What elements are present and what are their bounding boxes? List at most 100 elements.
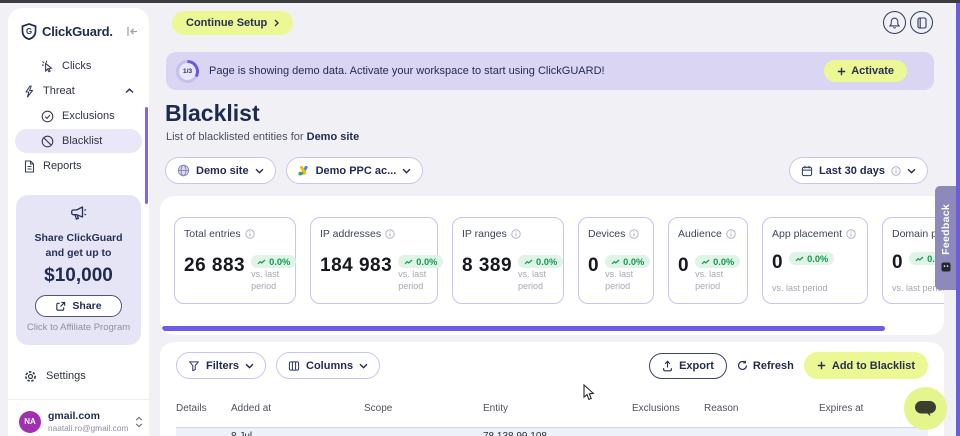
promo-text: Share ClickGuard and get up to: [22, 231, 135, 260]
banner-message: Page is showing demo data. Activate your…: [209, 65, 605, 77]
notifications-button[interactable]: [883, 11, 906, 34]
sidebar-item-reports[interactable]: Reports: [15, 154, 142, 178]
stat-label: IP ranges: [462, 228, 507, 240]
refresh-button[interactable]: Refresh: [737, 360, 794, 372]
info-icon[interactable]: [245, 229, 255, 239]
column-header-exclusions[interactable]: Exclusions: [632, 403, 704, 414]
plus-icon: [817, 361, 826, 370]
stat-card-ip-ranges: IP ranges 8 389 0.0% vs. last period: [452, 217, 564, 304]
table-row[interactable]: 8 Jul 78.138.99.108: [176, 427, 928, 436]
date-range-value: Last 30 days: [819, 165, 885, 177]
info-icon[interactable]: [511, 229, 521, 239]
activate-button[interactable]: Activate: [824, 60, 907, 82]
subtitle-site-name: Demo site: [307, 131, 360, 143]
stats-row: Total entries 26 883 0.0% vs. last perio…: [160, 196, 944, 304]
chat-bubble-icon: [914, 400, 937, 418]
column-header-added-at[interactable]: Added at: [231, 403, 364, 414]
trend-up-icon: [524, 259, 533, 265]
sidebar-scrollbar-thumb[interactable]: [145, 107, 148, 204]
stat-label: Devices: [588, 228, 625, 240]
trend-up-icon: [795, 256, 804, 262]
docs-button[interactable]: [910, 11, 933, 34]
stat-card-audience: Audience 0 0.0% vs. last period: [668, 217, 748, 304]
blacklist-table-card: Filters Columns Export Refresh Add to Bl…: [160, 342, 944, 436]
horizontal-scrollbar-thumb[interactable]: [162, 326, 885, 331]
chat-widget-button[interactable]: [904, 387, 947, 430]
stat-card-total-entries: Total entries 26 883 0.0% vs. last perio…: [174, 217, 296, 304]
info-icon[interactable]: [846, 229, 856, 239]
lightning-icon: [23, 85, 35, 98]
chevron-updown-icon[interactable]: [135, 416, 143, 428]
sidebar-item-clicks[interactable]: Clicks: [15, 54, 142, 78]
sidebar-item-exclusions[interactable]: Exclusions: [15, 104, 142, 128]
stat-value: 0: [892, 252, 903, 274]
column-header-details[interactable]: Details: [176, 403, 231, 414]
feedback-tab[interactable]: Feedback: [935, 186, 956, 290]
sidebar-item-blacklist[interactable]: Blacklist: [15, 129, 142, 153]
megaphone-icon: [70, 206, 87, 221]
column-header-reason[interactable]: Reason: [704, 403, 819, 414]
gear-icon: [24, 370, 37, 383]
site-selector-value: Demo site: [196, 165, 249, 177]
globe-icon: [177, 164, 190, 177]
info-icon[interactable]: [629, 229, 639, 239]
bell-icon: [889, 17, 900, 29]
columns-icon: [288, 360, 300, 372]
cell-entity: 78.138.99.108: [483, 431, 632, 436]
topbar-actions: [883, 11, 933, 34]
mouse-cursor: [583, 384, 595, 401]
date-range-selector[interactable]: Last 30 days: [789, 157, 928, 184]
stat-label: App placement: [772, 228, 842, 240]
vs-period-label: vs. last period: [772, 283, 828, 295]
setup-progress-ring: 1/3: [176, 60, 199, 83]
columns-label: Columns: [306, 360, 353, 372]
app-window: G ClickGuard. Clicks Threat: [0, 0, 960, 436]
affiliate-promo-card[interactable]: Share ClickGuard and get up to $10,000 S…: [16, 195, 141, 345]
subtitle-text: List of blacklisted entities for: [166, 131, 307, 143]
stat-value: 26 883: [184, 255, 245, 277]
trend-up-icon: [404, 259, 413, 265]
info-icon[interactable]: [385, 229, 395, 239]
collapse-sidebar-icon[interactable]: [126, 26, 139, 37]
stat-card-ip-addresses: IP addresses 184 983 0.0% vs. last perio…: [310, 217, 438, 304]
chevron-down-icon: [402, 168, 411, 174]
ban-icon: [41, 135, 54, 148]
user-menu[interactable]: NA gmail.com naatali.ro@gmail.com: [8, 400, 149, 433]
stat-label: Total entries: [184, 228, 241, 240]
affiliate-caption: Click to Affiliate Program: [22, 322, 135, 333]
settings-label: Settings: [46, 370, 86, 382]
sidebar-item-settings[interactable]: Settings: [8, 366, 149, 386]
sidebar-item-threat[interactable]: Threat: [15, 79, 142, 103]
columns-button[interactable]: Columns: [276, 352, 380, 379]
stat-value: 0: [678, 255, 689, 277]
calendar-icon: [801, 165, 813, 177]
cell-added-at: 8 Jul: [231, 431, 364, 436]
filters-button[interactable]: Filters: [176, 352, 266, 379]
share-button[interactable]: Share: [35, 295, 121, 317]
chevron-up-icon[interactable]: [125, 88, 134, 94]
site-selector[interactable]: Demo site: [165, 157, 276, 184]
stat-value: 184 983: [320, 255, 392, 277]
sidebar-item-label: Exclusions: [62, 110, 115, 122]
demo-data-banner: 1/3 Page is showing demo data. Activate …: [166, 52, 934, 90]
chevron-down-icon: [907, 168, 916, 174]
export-button[interactable]: Export: [649, 353, 727, 379]
column-header-scope[interactable]: Scope: [364, 403, 483, 414]
column-header-entity[interactable]: Entity: [483, 403, 632, 414]
scope-selectors: Demo site Demo PPC ac...: [165, 157, 423, 184]
ppc-account-selector[interactable]: Demo PPC ac...: [286, 157, 424, 184]
continue-setup-button[interactable]: Continue Setup: [172, 11, 293, 35]
stat-label: Audience: [678, 228, 722, 240]
sidebar-item-label: Reports: [43, 160, 82, 172]
plus-icon: [837, 67, 846, 76]
sidebar-item-label: Threat: [43, 85, 75, 97]
table-header-row: Details Added at Scope Entity Exclusions…: [176, 403, 928, 414]
add-to-blacklist-button[interactable]: Add to Blacklist: [804, 352, 928, 379]
avatar: NA: [19, 411, 41, 433]
trend-up-icon: [915, 256, 924, 262]
table-toolbar: Filters Columns Export Refresh Add to Bl…: [176, 352, 928, 379]
clicks-icon: [41, 60, 54, 73]
trend-badge: 0.0%: [605, 255, 650, 268]
shield-logo-icon: G: [21, 23, 37, 40]
info-icon[interactable]: [726, 229, 736, 239]
